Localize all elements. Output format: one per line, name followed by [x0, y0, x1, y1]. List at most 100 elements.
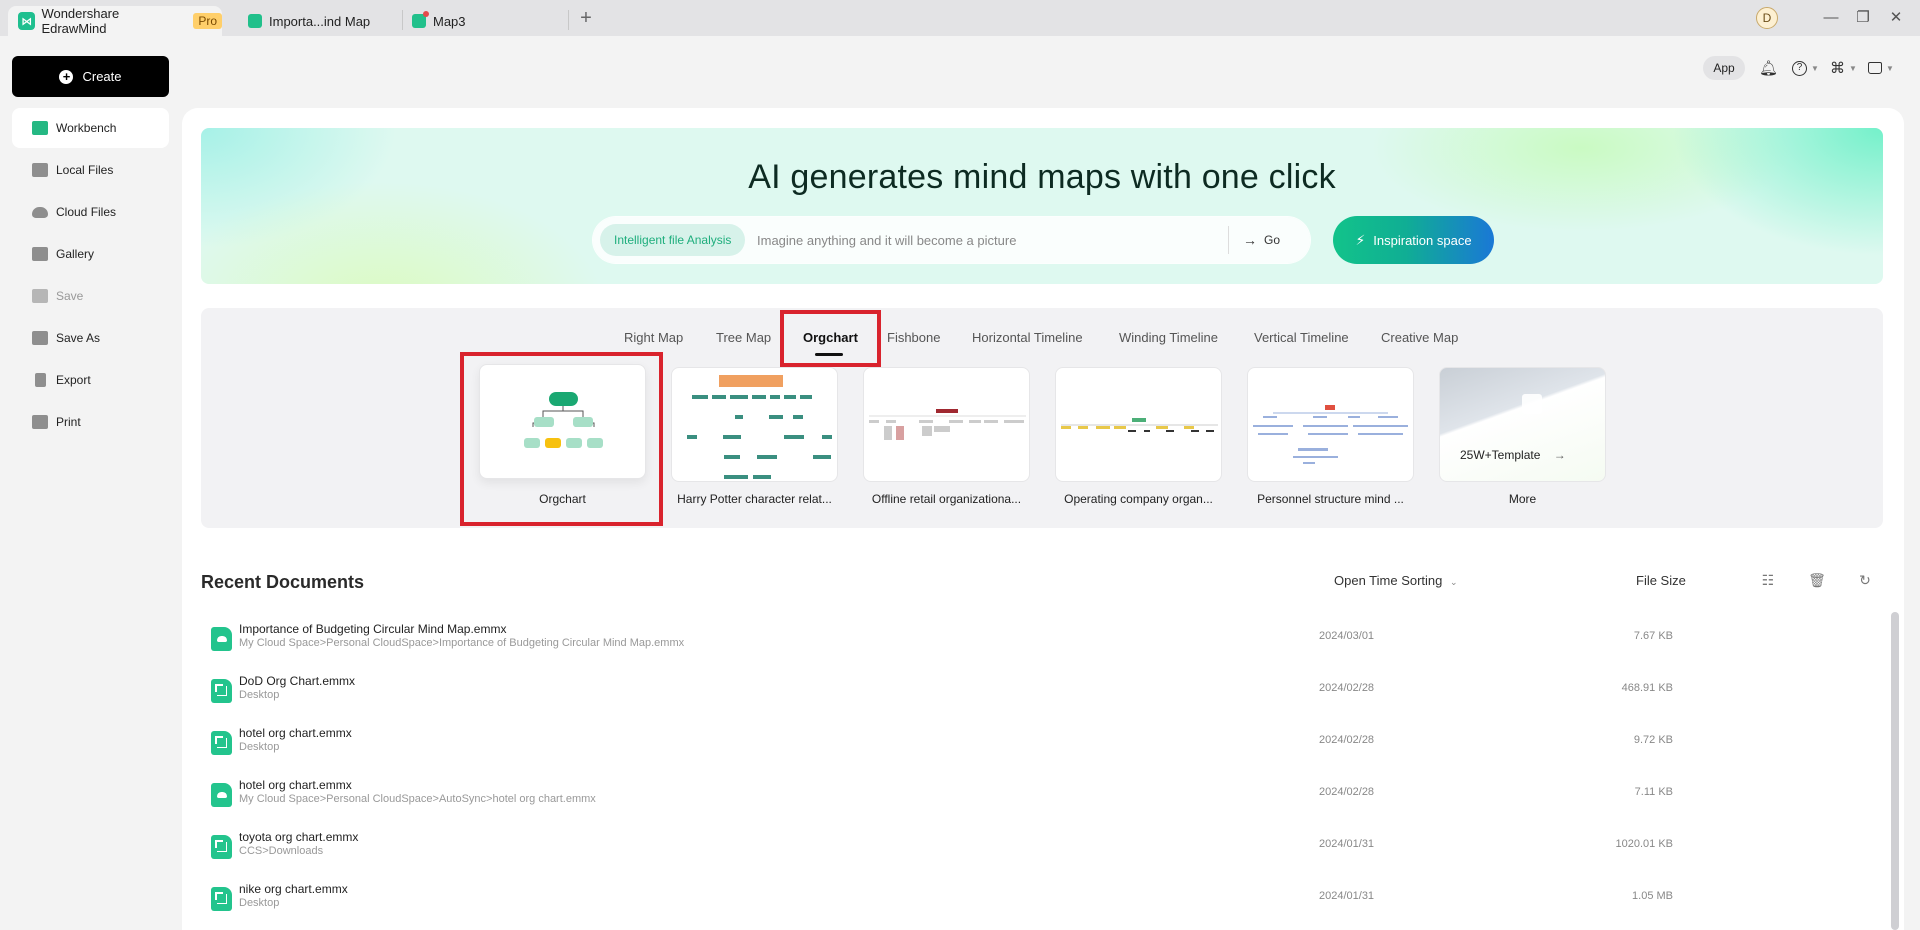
apps-grid-icon: ⌘ — [1830, 60, 1845, 77]
help-button[interactable]: ? ▼ — [1792, 58, 1819, 78]
document-name: hotel org chart.emmx — [239, 726, 352, 740]
sidebar-item-gallery[interactable]: Gallery — [12, 234, 169, 274]
template-thumbnail — [869, 409, 1026, 440]
pro-badge: Pro — [193, 13, 222, 29]
create-label: Create — [82, 69, 122, 84]
sidebar-item-save[interactable]: Save — [12, 276, 169, 316]
sidebar-item-label: Save — [56, 289, 84, 303]
tab-creative-map[interactable]: Creative Map — [1381, 330, 1458, 345]
document-row[interactable]: hotel org chart.emmx My Cloud Space>Perso… — [201, 778, 1681, 824]
go-button[interactable]: → Go — [1243, 225, 1280, 255]
print-icon — [32, 415, 48, 429]
document-date: 2024/01/31 — [1319, 890, 1375, 902]
help-icon: ? — [1792, 60, 1807, 76]
document-date: 2024/02/28 — [1319, 682, 1375, 694]
inspiration-space-button[interactable]: ⚡︎ Inspiration space — [1333, 216, 1494, 264]
sidebar-item-export[interactable]: Export — [12, 360, 169, 400]
sidebar-item-label: Cloud Files — [56, 205, 117, 219]
orgchart-file-icon — [211, 887, 232, 911]
list-view-icon: ☷ — [1761, 572, 1775, 588]
notifications-button[interactable]: 🔔︎ — [1759, 58, 1778, 78]
tab-map3[interactable]: Map3 — [412, 6, 466, 36]
document-path: Desktop — [239, 897, 280, 909]
bell-icon: 🔔︎ — [1759, 60, 1779, 77]
document-row[interactable]: hotel org chart.emmx Desktop 2024/02/28 9.7… — [201, 726, 1681, 772]
delete-button[interactable]: 🗑︎ — [1807, 570, 1827, 590]
tab-fishbone[interactable]: Fishbone — [887, 330, 940, 345]
template-label: Orgchart — [539, 492, 586, 506]
document-size: 468.91 KB — [1621, 682, 1673, 694]
template-card-harry-potter[interactable] — [671, 367, 838, 482]
document-row[interactable]: toyota org chart.emmx CCS>Downloads 2024/0… — [201, 830, 1681, 876]
sidebar-item-save-as[interactable]: Save As — [12, 318, 169, 358]
tab-divider — [568, 10, 569, 30]
document-date: 2024/03/01 — [1319, 630, 1375, 642]
ai-prompt-box: Intelligent file Analysis → Go — [593, 217, 1310, 263]
document-row[interactable]: DoD Org Chart.emmx Desktop 2024/02/28 468.9… — [201, 674, 1681, 720]
template-card-more[interactable]: 25W+Template → — [1439, 367, 1606, 482]
tab-right-map[interactable]: Right Map — [624, 330, 683, 345]
template-card-orgchart[interactable] — [479, 364, 646, 479]
banner-title: AI generates mind maps with one click — [748, 158, 1336, 196]
ai-banner: AI generates mind maps with one click In… — [201, 128, 1883, 284]
theme-button[interactable]: ▼ — [1868, 58, 1894, 78]
tab-edrawmind-home[interactable]: ⋈ Wondershare EdrawMind Pro — [8, 6, 222, 36]
template-label: Offline retail organizationa... — [871, 492, 1022, 506]
template-count-label: 25W+Template — [1460, 448, 1541, 462]
restore-button[interactable]: ❐ — [1851, 6, 1875, 30]
document-path: CCS>Downloads — [239, 845, 324, 857]
tab-winding-timeline[interactable]: Winding Timeline — [1119, 330, 1218, 345]
inspiration-label: Inspiration space — [1373, 232, 1472, 248]
template-library-logo-icon — [1522, 394, 1542, 414]
tab-vertical-timeline[interactable]: Vertical Timeline — [1254, 330, 1349, 345]
document-row[interactable]: Importance of Budgeting Circular Mind Ma… — [201, 622, 1681, 668]
sidebar-item-label: Local Files — [56, 163, 114, 177]
gallery-icon — [32, 247, 48, 261]
template-card-operating-company[interactable] — [1055, 367, 1222, 482]
document-size: 1020.01 KB — [1615, 838, 1674, 850]
sidebar-item-local-files[interactable]: Local Files — [12, 150, 169, 190]
plus-circle-icon: + — [59, 69, 74, 84]
cloud-file-icon — [211, 627, 232, 651]
app-button[interactable]: App — [1703, 56, 1745, 80]
sidebar-item-label: Export — [56, 373, 91, 387]
create-button[interactable]: + Create — [12, 56, 169, 97]
tab-importance-map[interactable]: Importa...ind Map — [248, 6, 370, 36]
chevron-down-icon: ⌄ — [1450, 577, 1458, 587]
tab-horizontal-timeline[interactable]: Horizontal Timeline — [972, 330, 1083, 345]
sidebar-item-label: Workbench — [56, 121, 117, 135]
scrollbar[interactable] — [1891, 612, 1899, 930]
template-thumbnail — [1061, 418, 1218, 432]
tab-tree-map[interactable]: Tree Map — [716, 330, 771, 345]
tab-label: Map3 — [433, 13, 466, 29]
refresh-button[interactable]: ↻ — [1855, 570, 1875, 590]
orgchart-file-icon — [211, 679, 232, 703]
sidebar-item-workbench[interactable]: Workbench — [12, 108, 169, 148]
document-name: DoD Org Chart.emmx — [239, 674, 356, 688]
tab-label: Importa...ind Map — [269, 13, 371, 29]
sidebar-item-print[interactable]: Print — [12, 402, 169, 442]
user-avatar[interactable]: D — [1756, 7, 1778, 29]
ai-prompt-input[interactable] — [757, 225, 1217, 255]
document-row[interactable]: nike org chart.emmx Desktop 2024/01/31 1.05… — [201, 882, 1681, 928]
folder-icon — [32, 163, 48, 177]
orgchart-file-icon — [211, 835, 232, 859]
document-date: 2024/02/28 — [1319, 786, 1375, 798]
new-tab-button[interactable]: + — [576, 7, 596, 30]
chevron-down-icon: ▼ — [1849, 63, 1857, 73]
template-card-offline-retail[interactable] — [863, 367, 1030, 482]
list-view-button[interactable]: ☷ — [1758, 570, 1778, 590]
recent-documents-title: Recent Documents — [201, 572, 365, 592]
close-button[interactable]: ✕ — [1884, 6, 1908, 30]
minimize-button[interactable]: — — [1819, 6, 1843, 30]
intelligent-file-analysis-button[interactable]: Intelligent file Analysis — [600, 224, 746, 256]
template-label: Harry Potter character relat... — [677, 492, 832, 506]
go-label: Go — [1264, 233, 1281, 247]
sort-dropdown[interactable]: Open Time Sorting ⌄ — [1334, 573, 1458, 588]
sidebar-item-cloud-files[interactable]: Cloud Files — [12, 192, 169, 232]
apps-button[interactable]: ⌘ ▼ — [1830, 58, 1857, 78]
sidebar-item-label: Print — [56, 415, 81, 429]
template-card-personnel-structure[interactable] — [1247, 367, 1414, 482]
cloud-icon — [32, 206, 48, 218]
file-size-header: File Size — [1636, 573, 1686, 588]
